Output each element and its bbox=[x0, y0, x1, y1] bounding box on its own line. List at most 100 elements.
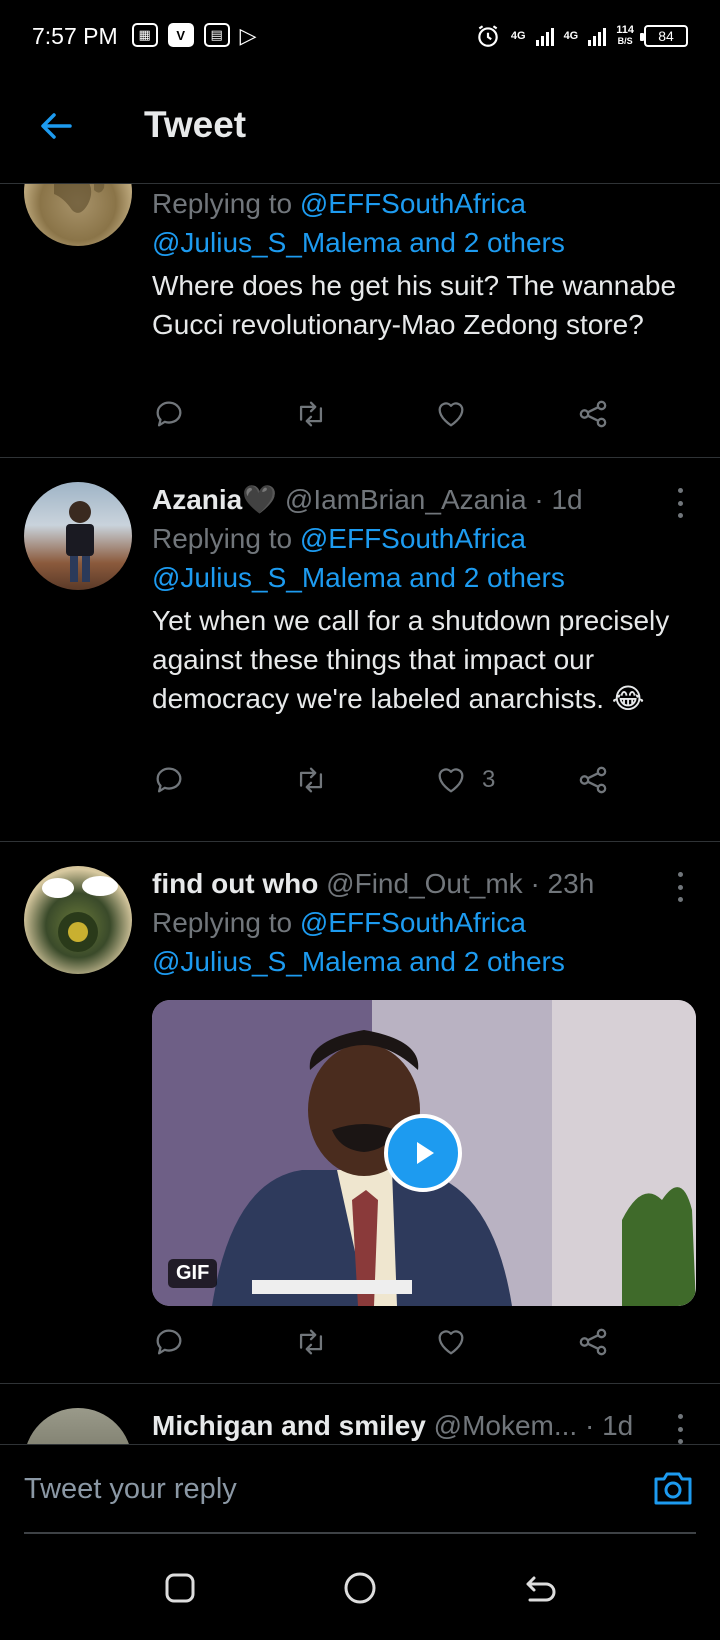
back-nav-icon[interactable] bbox=[522, 1570, 558, 1606]
play-icon bbox=[417, 1142, 434, 1164]
reply-icon bbox=[156, 401, 182, 427]
signal-1-icon bbox=[535, 26, 554, 46]
heart-icon bbox=[438, 402, 464, 427]
reply-feed[interactable]: Replying to @EFFSouthAfrica @Julius_S_Ma… bbox=[0, 184, 720, 1444]
display-name[interactable]: Azania🖤 bbox=[152, 484, 277, 515]
tweet-item[interactable]: Replying to @EFFSouthAfrica @Julius_S_Ma… bbox=[0, 184, 720, 458]
user-handle[interactable]: @Find_Out_mk bbox=[326, 868, 523, 899]
like-button[interactable]: 3 bbox=[434, 760, 495, 800]
more-options-button[interactable] bbox=[674, 1414, 686, 1444]
arrow-left-icon[interactable] bbox=[36, 106, 76, 146]
gif-badge: GIF bbox=[168, 1259, 218, 1288]
avatar[interactable] bbox=[24, 1408, 132, 1444]
status-time: 7:57 PM bbox=[32, 22, 118, 49]
play-button[interactable] bbox=[384, 1114, 462, 1192]
replying-to-label: Replying to bbox=[152, 907, 300, 938]
heart-icon bbox=[438, 1330, 464, 1355]
signal-2-icon bbox=[588, 26, 607, 46]
status-app-icons: ▦ V ▤ ▷ bbox=[131, 23, 257, 49]
like-button[interactable] bbox=[434, 1322, 482, 1362]
tweet-header: Michigan and smiley @Mokem... · 1d bbox=[152, 1406, 640, 1444]
tweet-header: find out who @Find_Out_mk · 23h bbox=[152, 864, 696, 903]
mention-link[interactable]: @EFFSouthAfrica bbox=[300, 188, 526, 219]
retweet-icon bbox=[299, 1329, 323, 1355]
mention-others-link[interactable]: @Julius_S_Malema and 2 others bbox=[152, 942, 696, 981]
display-name[interactable]: find out who bbox=[152, 868, 318, 899]
reply-composer bbox=[0, 1444, 720, 1536]
tweet-time: · 23h bbox=[530, 868, 595, 899]
share-icon bbox=[579, 1328, 607, 1356]
avatar[interactable] bbox=[24, 184, 132, 246]
tweet-actions bbox=[152, 1322, 622, 1362]
reply-icon bbox=[156, 1329, 182, 1355]
tweet-header: Azania🖤 @IamBrian_Azania · 1d bbox=[152, 480, 696, 519]
replying-to-label: Replying to bbox=[152, 188, 300, 219]
retweet-icon bbox=[299, 767, 323, 793]
user-handle[interactable]: @IamBrian_Azania bbox=[285, 484, 527, 515]
meme-avatar-image bbox=[42, 876, 118, 952]
vpn-app-icon: V bbox=[167, 23, 194, 47]
more-options-button[interactable] bbox=[674, 488, 686, 518]
app-header: Tweet bbox=[0, 72, 720, 184]
person-photo bbox=[66, 501, 94, 582]
tweet-text: Yet when we call for a shutdown precisel… bbox=[152, 605, 670, 714]
notification-app-icon: ▦ bbox=[131, 23, 158, 47]
tweet-item[interactable]: Michigan and smiley @Mokem... · 1d bbox=[0, 1384, 720, 1444]
network-speed-unit: B/S bbox=[617, 36, 633, 46]
tweet-time: · 1d bbox=[534, 484, 583, 515]
retweet-icon bbox=[299, 401, 323, 427]
page-title: Tweet bbox=[144, 104, 247, 145]
mention-link[interactable]: @EFFSouthAfrica bbox=[300, 907, 526, 938]
retweet-button[interactable] bbox=[294, 1322, 328, 1362]
mention-others-link[interactable]: @Julius_S_Malema and 2 others bbox=[152, 223, 696, 262]
gif-media[interactable]: GIF bbox=[152, 1000, 696, 1306]
mention-others-link[interactable]: @Julius_S_Malema and 2 others bbox=[152, 558, 696, 597]
system-nav-bar bbox=[0, 1536, 720, 1640]
recent-apps-icon[interactable] bbox=[162, 1570, 198, 1606]
home-icon[interactable] bbox=[342, 1570, 378, 1606]
camera-icon[interactable] bbox=[650, 1465, 696, 1511]
like-button[interactable] bbox=[434, 394, 482, 434]
replying-to-label: Replying to bbox=[152, 523, 300, 554]
reply-icon bbox=[156, 767, 182, 793]
like-count: 3 bbox=[482, 766, 496, 793]
alarm-icon bbox=[478, 25, 498, 47]
network-speed: 114 B/S bbox=[616, 25, 634, 47]
heart-icon bbox=[438, 768, 464, 793]
reply-button[interactable] bbox=[152, 1322, 186, 1362]
reply-button[interactable] bbox=[152, 394, 186, 434]
replying-to: Replying to @EFFSouthAfrica bbox=[152, 519, 696, 558]
status-bar: 7:57 PM ▦ V ▤ ▷ 4G 4G 114 B/S 84 bbox=[0, 0, 720, 72]
tweet-text: Where does he get his suit? The wannabe … bbox=[152, 270, 677, 340]
more-options-button[interactable] bbox=[674, 872, 686, 902]
network-type-1: 4G bbox=[510, 29, 526, 42]
avatar[interactable] bbox=[24, 482, 132, 590]
reply-underline bbox=[24, 1532, 696, 1534]
mention-link[interactable]: @EFFSouthAfrica bbox=[300, 523, 526, 554]
tweet-item[interactable]: find out who @Find_Out_mk · 23h Replying… bbox=[0, 842, 720, 1384]
map-image bbox=[54, 184, 105, 213]
tweet-actions: 3 bbox=[152, 760, 622, 800]
share-button[interactable] bbox=[576, 1322, 610, 1362]
retweet-button[interactable] bbox=[294, 394, 328, 434]
network-type-2: 4G bbox=[563, 29, 579, 42]
tweet-actions bbox=[152, 394, 622, 434]
tweet-item[interactable]: Azania🖤 @IamBrian_Azania · 1d Replying t… bbox=[0, 458, 720, 842]
share-icon bbox=[579, 400, 607, 428]
battery-icon: 84 bbox=[640, 25, 688, 47]
play-store-icon: ▷ bbox=[239, 23, 257, 48]
reply-button[interactable] bbox=[152, 760, 186, 800]
tweet-time: · 1d bbox=[584, 1410, 634, 1441]
display-name[interactable]: Michigan and smiley bbox=[152, 1410, 426, 1441]
replying-to: Replying to @EFFSouthAfrica bbox=[152, 184, 696, 223]
network-speed-value: 114 bbox=[616, 24, 634, 36]
retweet-button[interactable] bbox=[294, 760, 328, 800]
user-handle[interactable]: @Mokem... bbox=[434, 1410, 578, 1441]
replying-to: Replying to @EFFSouthAfrica bbox=[152, 903, 696, 942]
share-icon bbox=[579, 766, 607, 794]
share-button[interactable] bbox=[576, 394, 610, 434]
reply-input[interactable] bbox=[24, 1473, 584, 1506]
avatar[interactable] bbox=[24, 866, 132, 974]
share-button[interactable] bbox=[576, 760, 610, 800]
pdf-app-icon: ▤ bbox=[203, 23, 230, 47]
